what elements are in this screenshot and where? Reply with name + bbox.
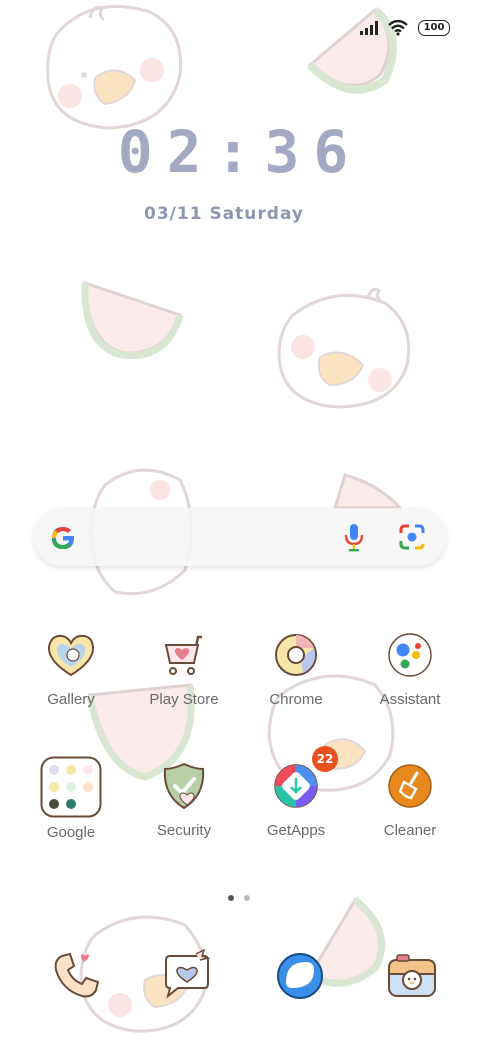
wallpaper-duck-top-left (46, 5, 183, 130)
signal-icon (360, 21, 378, 35)
security-icon (156, 758, 212, 814)
clock-time[interactable]: 02:36 (0, 118, 480, 186)
app-label: Gallery (47, 691, 95, 708)
app-label: Security (156, 822, 212, 839)
cleaner-icon (382, 758, 438, 814)
gallery-icon (43, 627, 99, 683)
app-label: Chrome (269, 691, 323, 708)
app-label: Google (46, 824, 96, 841)
battery-indicator: 100 (418, 20, 450, 36)
google-g-icon (52, 527, 74, 549)
clock-date[interactable]: 03/11 Saturday (144, 204, 304, 224)
chrome-icon (268, 627, 324, 683)
wallpaper-watermelon-center-right (332, 473, 404, 510)
assistant-icon (382, 627, 438, 683)
app-gallery[interactable]: Gallery (14, 627, 128, 708)
app-cleaner[interactable]: Cleaner (353, 758, 467, 839)
wifi-icon (388, 20, 408, 36)
google-folder-icon (40, 756, 102, 818)
mic-icon[interactable] (340, 522, 368, 552)
camera-icon[interactable] (385, 950, 441, 1006)
app-label: GetApps (266, 822, 326, 839)
google-search-bar[interactable] (34, 508, 446, 566)
play-store-icon (156, 627, 212, 683)
app-google-folder[interactable]: Google (14, 756, 128, 841)
lens-icon[interactable] (398, 523, 426, 551)
app-getapps[interactable]: 22 GetApps (239, 746, 353, 839)
app-label: Play Store (149, 691, 219, 708)
app-label: Assistant (379, 691, 441, 708)
notification-badge: 22 (312, 746, 338, 772)
browser-icon[interactable] (272, 948, 328, 1004)
page-dot-active[interactable] (228, 895, 234, 901)
page-indicator[interactable] (228, 895, 250, 901)
app-play-store[interactable]: Play Store (127, 627, 241, 708)
app-security[interactable]: Security (127, 758, 241, 839)
app-assistant[interactable]: Assistant (353, 627, 467, 708)
wallpaper-watermelon-mid-left (81, 280, 184, 359)
app-label: Cleaner (383, 822, 437, 839)
wallpaper-duck-mid-right (277, 287, 411, 409)
phone-icon[interactable] (48, 948, 104, 1004)
getapps-icon: 22 (268, 746, 338, 814)
status-bar: 100 (360, 14, 450, 42)
messages-icon[interactable] (160, 948, 216, 1004)
page-dot[interactable] (244, 895, 250, 901)
app-chrome[interactable]: Chrome (239, 627, 353, 708)
